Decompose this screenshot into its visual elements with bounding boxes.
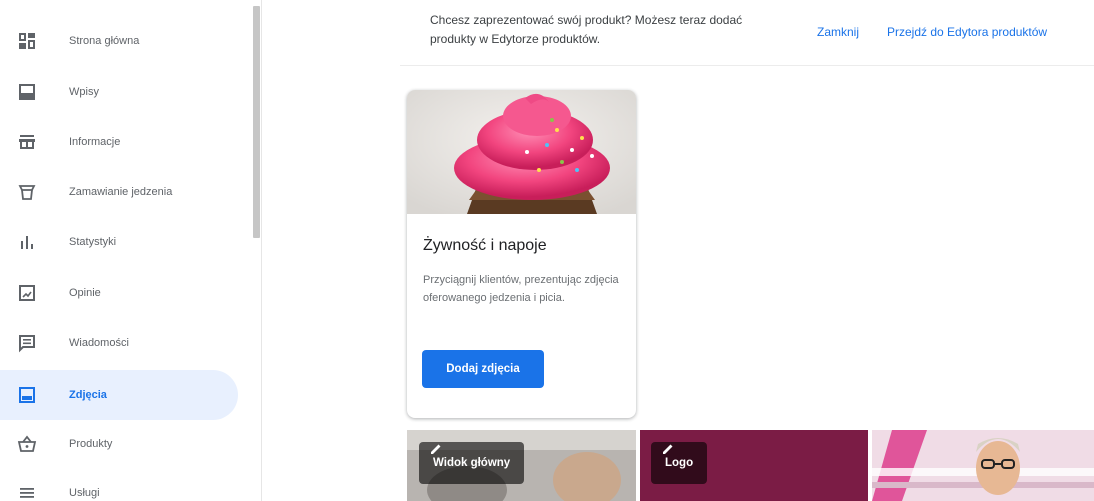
tile-label-text: Widok główny [433, 457, 511, 469]
add-photos-button[interactable]: Dodaj zdjęcia [422, 350, 544, 388]
sidebar-item-label: Zamawianie jedzenia [69, 186, 173, 198]
sidebar-item-stats[interactable]: Statystyki [0, 217, 238, 267]
person-photo [872, 430, 1094, 501]
sidebar-item-label: Zdjęcia [69, 389, 107, 401]
sidebar-item-photos[interactable]: Zdjęcia [0, 370, 238, 420]
sidebar-item-label: Wpisy [69, 86, 99, 98]
banner-message: Chcesz zaprezentować swój produkt? Możes… [430, 13, 743, 46]
sidebar-item-label: Usługi [69, 487, 100, 499]
sidebar-item-reviews[interactable]: Opinie [0, 268, 238, 318]
messages-icon [17, 333, 37, 353]
photos-icon [17, 385, 37, 405]
edit-pencil-icon [663, 444, 673, 454]
scrollbar-thumb[interactable] [253, 6, 260, 238]
photo-tile-main-view[interactable]: Widok główny [407, 430, 636, 501]
sidebar-item-home[interactable]: Strona główna [0, 16, 238, 66]
product-editor-link[interactable]: Przejdź do Edytora produktów [887, 25, 1047, 39]
sidebar-item-label: Informacje [69, 136, 121, 148]
food-drinks-card: Żywność i napoje Przyciągnij klientów, p… [407, 90, 636, 418]
sidebar-item-services[interactable]: Usługi [0, 468, 238, 501]
list-icon [17, 483, 37, 501]
cupcake-photo [407, 90, 636, 214]
card-title: Żywność i napoje [423, 237, 547, 254]
logo-label[interactable]: Logo [651, 442, 708, 484]
card-description: Przyciągnij klientów, prezentując zdjęci… [423, 274, 619, 304]
product-editor-banner: Chcesz zaprezentować swój produkt? Możes… [400, 0, 1094, 66]
main-view-label[interactable]: Widok główny [419, 442, 525, 484]
sidebar-item-label: Produkty [69, 438, 113, 450]
sidebar-item-label: Wiadomości [69, 337, 129, 349]
photo-tile-logo[interactable]: Logo [640, 430, 868, 501]
sidebar-item-label: Statystyki [69, 236, 117, 248]
storefront-icon [17, 132, 37, 152]
sidebar-item-messages[interactable]: Wiadomości [0, 318, 238, 368]
food-order-icon [17, 182, 37, 202]
sidebar-item-label: Strona główna [69, 35, 140, 47]
bar-chart-icon [17, 232, 37, 252]
dashboard-icon [17, 31, 37, 51]
tile-label-text: Logo [665, 457, 694, 469]
basket-icon [17, 434, 37, 454]
sidebar: Strona główna Wpisy Informacje Zamawiani… [0, 0, 250, 501]
sidebar-item-info[interactable]: Informacje [0, 117, 238, 167]
sidebar-item-products[interactable]: Produkty [0, 419, 238, 469]
sidebar-item-label: Opinie [69, 287, 101, 299]
dismiss-link[interactable]: Zamknij [817, 25, 859, 39]
sidebar-item-food-order[interactable]: Zamawianie jedzenia [0, 167, 238, 217]
edit-pencil-icon [431, 444, 441, 454]
sidebar-scrollbar[interactable] [251, 0, 262, 501]
photo-tile-person[interactable] [872, 430, 1094, 501]
reviews-icon [17, 283, 37, 303]
sidebar-item-posts[interactable]: Wpisy [0, 67, 238, 117]
posts-icon [17, 82, 37, 102]
